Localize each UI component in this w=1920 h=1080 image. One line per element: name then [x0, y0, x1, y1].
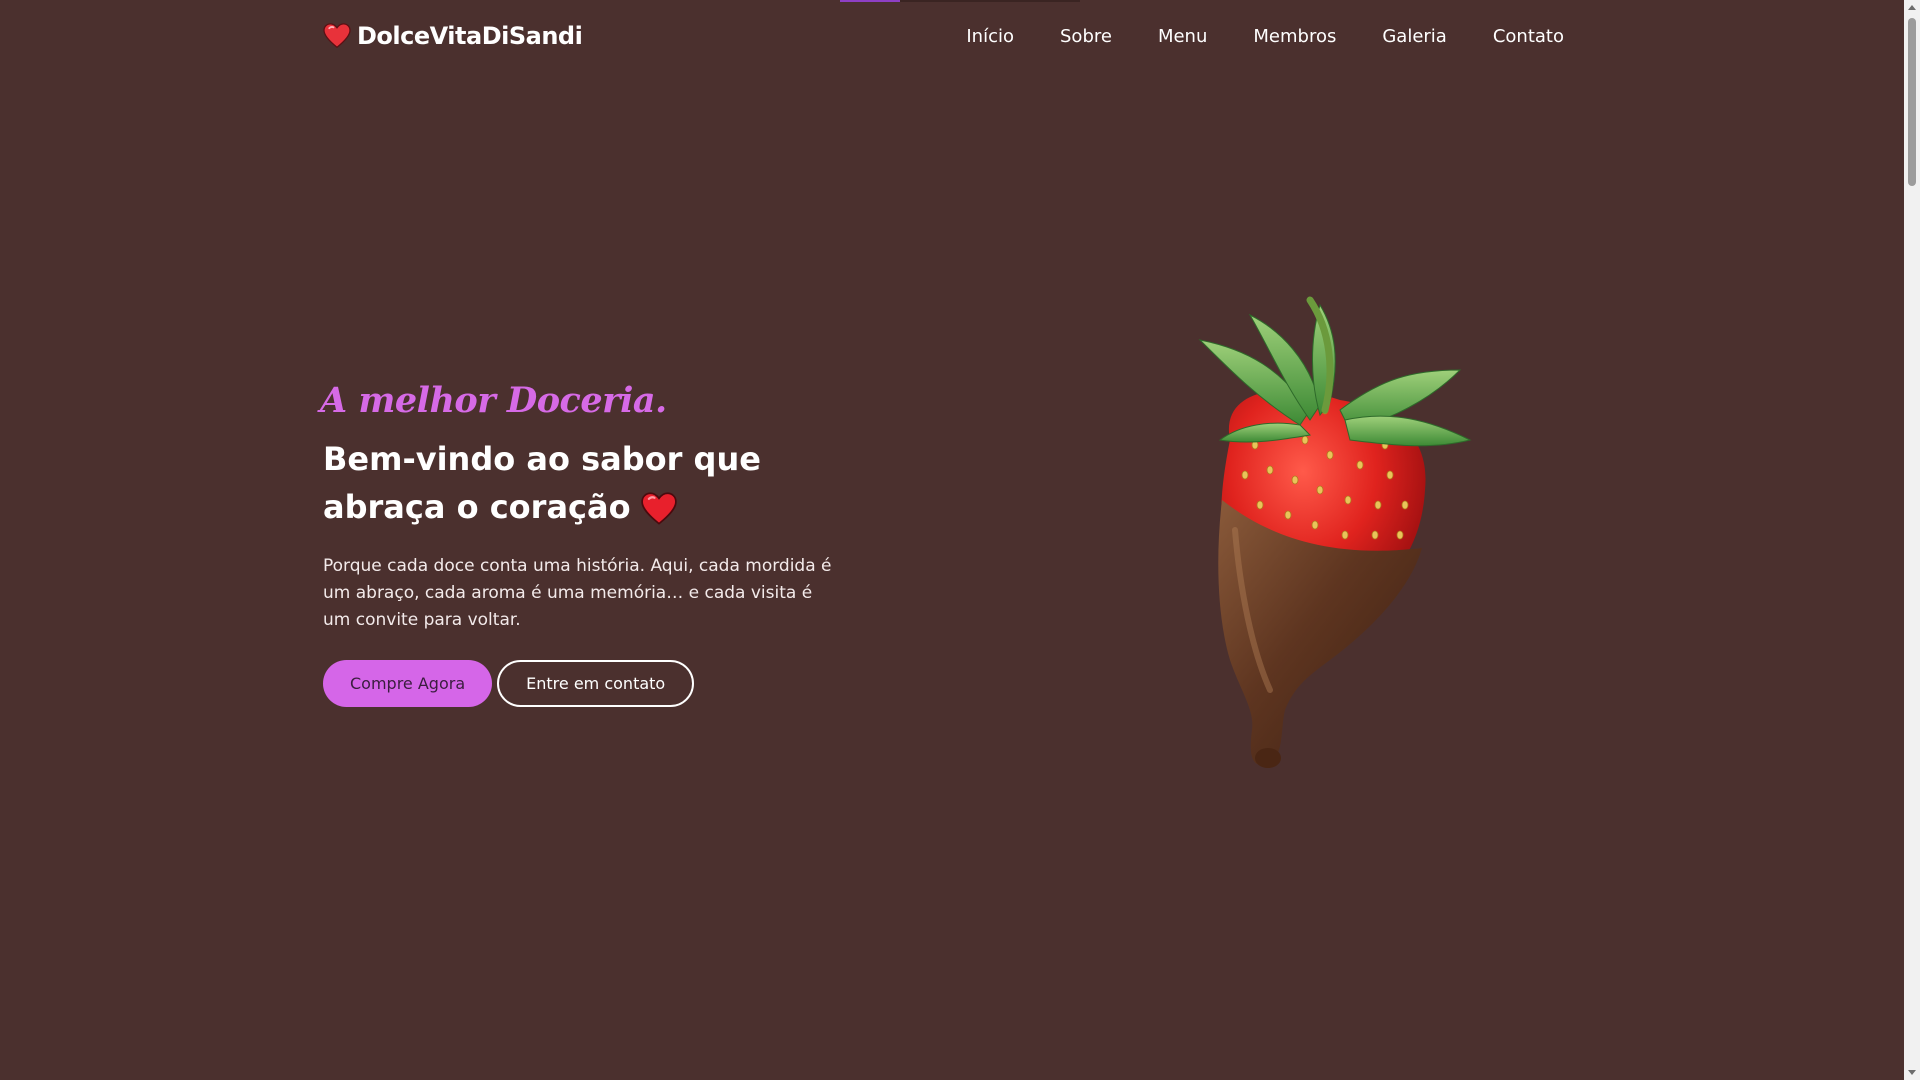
- nav-item-galeria[interactable]: Galeria: [1382, 26, 1447, 47]
- hero-description: Porque cada doce conta uma história. Aqu…: [323, 556, 832, 630]
- buy-now-button[interactable]: Compre Agora: [323, 660, 493, 707]
- brand-logo[interactable]: DolceVitaDiSandi: [323, 22, 583, 50]
- nav-item-menu[interactable]: Menu: [1158, 26, 1207, 47]
- heart-icon: [323, 23, 351, 49]
- strawberry-image: [1198, 296, 1472, 768]
- nav-item-membros[interactable]: Membros: [1253, 26, 1336, 47]
- heart-icon: [640, 492, 677, 525]
- page-scrollbar[interactable]: [1904, 0, 1920, 1080]
- nav-item-contato[interactable]: Contato: [1493, 26, 1564, 47]
- hero-headline-line1: Bem-vindo ao sabor que: [323, 440, 761, 478]
- nav-item-inicio[interactable]: Início: [966, 26, 1014, 47]
- brand-name: DolceVitaDiSandi: [357, 22, 583, 50]
- nav-item-sobre[interactable]: Sobre: [1060, 26, 1112, 47]
- scroll-up-arrow-icon[interactable]: [1908, 5, 1916, 10]
- scroll-thumb[interactable]: [1908, 18, 1916, 186]
- contact-button[interactable]: Entre em contato: [497, 660, 695, 707]
- hero-section: A melhor Doceria. Bem-vindo ao sabor que…: [320, 380, 843, 707]
- site-header: DolceVitaDiSandi Início Sobre Menu Membr…: [0, 0, 1904, 76]
- main-nav: Início Sobre Menu Membros Galeria Contat…: [966, 26, 1564, 47]
- scroll-down-arrow-icon[interactable]: [1908, 1070, 1916, 1075]
- hero-headline-line2: abraça o coração: [323, 488, 631, 526]
- hero-buttons: Compre Agora Entre em contato: [323, 660, 843, 707]
- hero-tagline: A melhor Doceria.: [320, 380, 667, 421]
- hero-headline: Bem-vindo ao sabor que abraça o coração: [323, 435, 843, 531]
